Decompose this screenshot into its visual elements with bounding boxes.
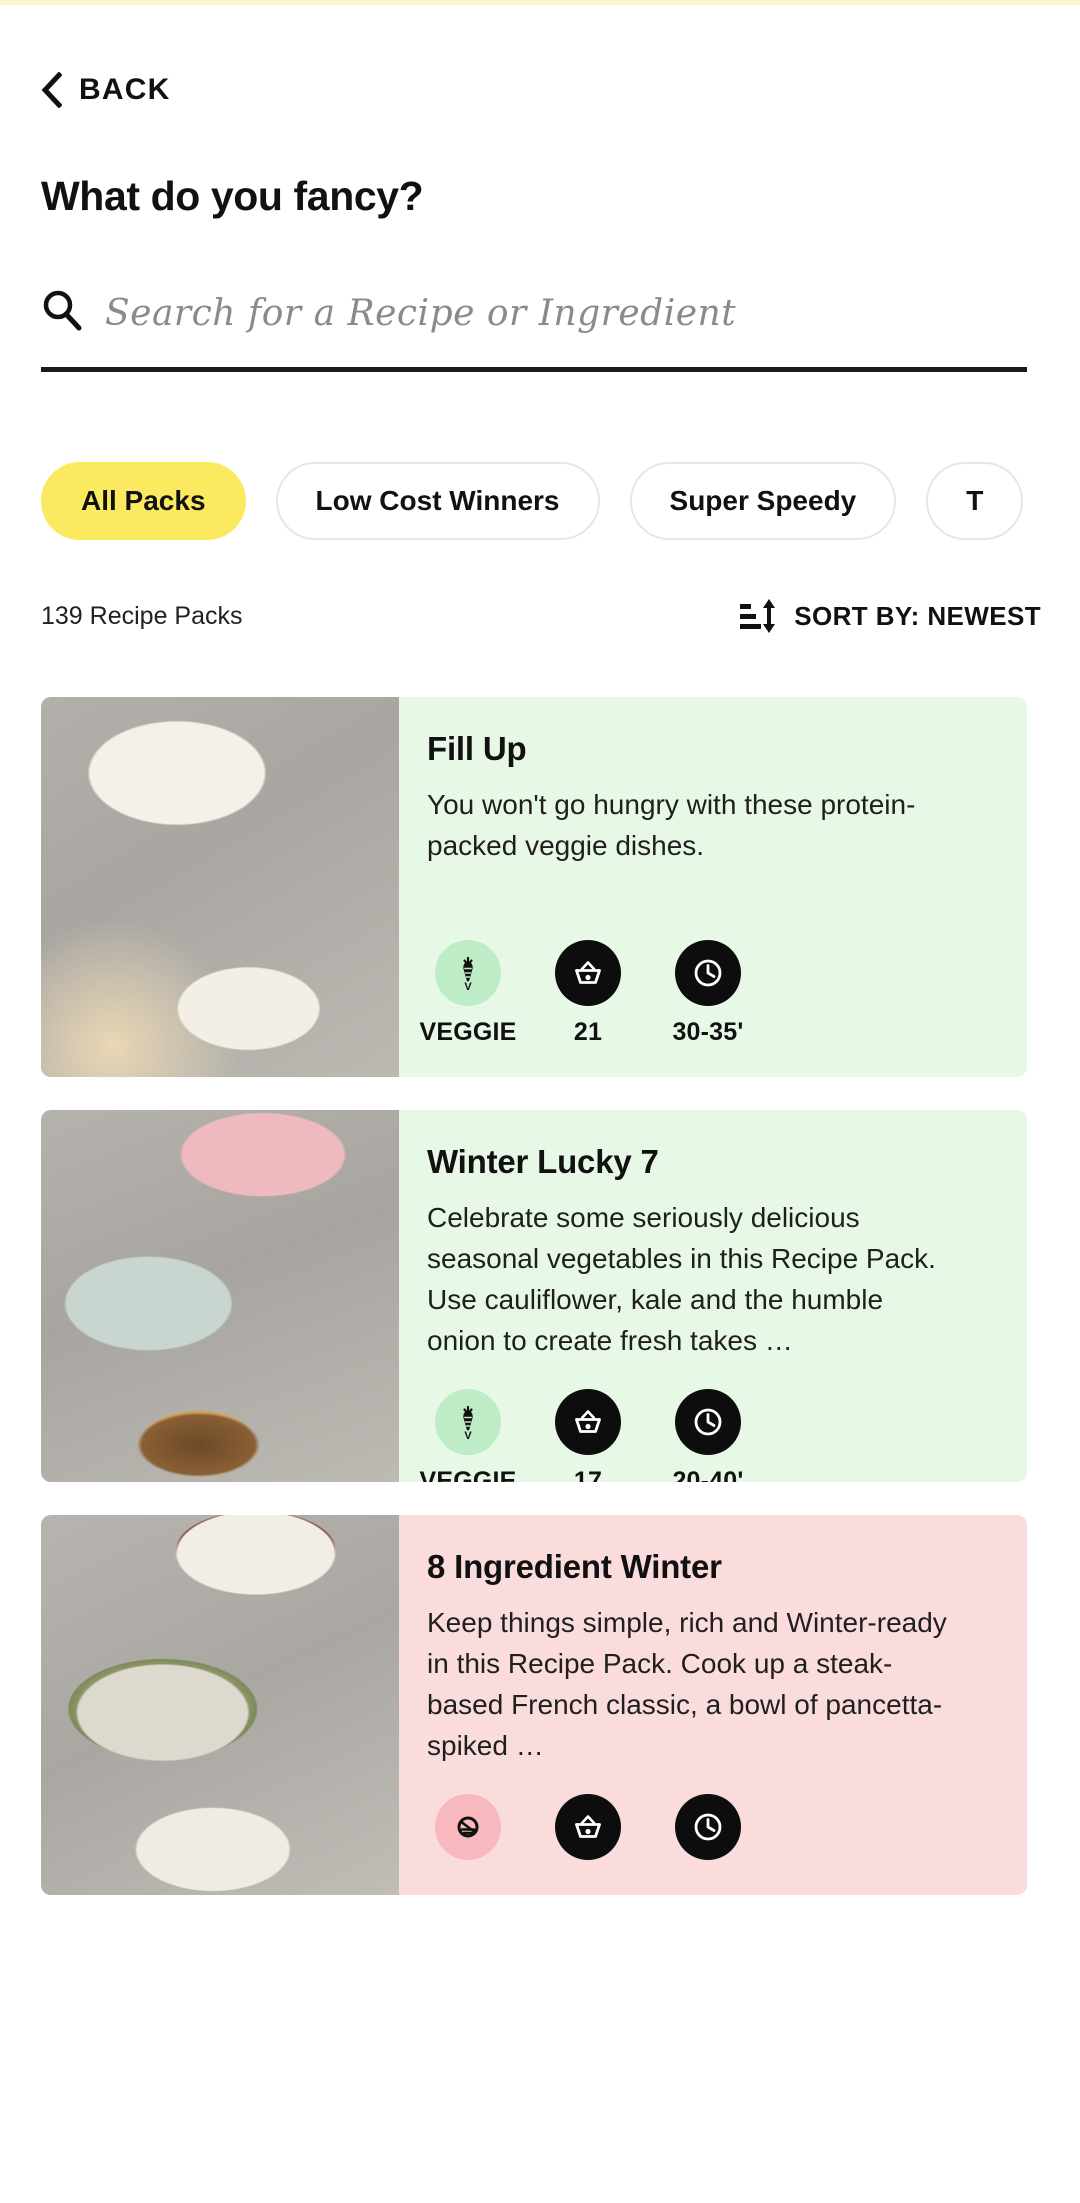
card-title: Winter Lucky 7 <box>427 1143 659 1180</box>
card-body: Winter Lucky 7 Celebrate some seriously … <box>399 1110 1027 1482</box>
card-description: Keep things simple, rich and Winter-read… <box>427 1607 947 1761</box>
badge-diet <box>427 1794 509 1872</box>
back-button[interactable]: BACK <box>40 72 170 108</box>
card-body: Fill Up You won't go hungry with these p… <box>399 697 1027 1077</box>
badge-icon-wrap: V <box>435 1389 501 1455</box>
card-description: You won't go hungry with these protein-p… <box>427 789 916 861</box>
top-accent-bar <box>0 0 1080 5</box>
back-label: BACK <box>79 73 171 106</box>
recipe-packs-screen: BACK What do you fancy? All Packs Low Co… <box>0 0 1080 2203</box>
pack-count-label: 139 Recipe Packs <box>41 601 243 630</box>
page-title: What do you fancy? <box>41 173 424 219</box>
card-badges <box>427 1766 999 1895</box>
badge-ingredients: 17 <box>547 1389 629 1482</box>
filter-chip-low-cost-winners[interactable]: Low Cost Winners <box>275 462 600 540</box>
card-image <box>41 1110 399 1482</box>
clock-icon <box>694 959 722 987</box>
pack-photo <box>41 1515 399 1895</box>
recipe-pack-list: Fill Up You won't go hungry with these p… <box>41 697 1027 1928</box>
filter-chip-label: Low Cost Winners <box>315 485 560 516</box>
card-description: Celebrate some seriously delicious seaso… <box>427 1202 936 1356</box>
basket-icon <box>575 1410 601 1433</box>
badge-icon-wrap: V <box>435 940 501 1006</box>
badge-label: 30-35' <box>672 1018 744 1046</box>
search-bar[interactable] <box>41 275 1027 372</box>
search-input[interactable] <box>105 281 1027 343</box>
filter-chip-all-packs[interactable]: All Packs <box>41 462 246 540</box>
badge-time <box>667 1794 749 1872</box>
basket-icon <box>575 961 601 984</box>
card-title: 8 Ingredient Winter <box>427 1548 722 1585</box>
sort-icon <box>740 599 776 633</box>
filter-chip-super-speedy[interactable]: Super Speedy <box>629 462 897 540</box>
badge-icon-wrap <box>435 1794 501 1860</box>
badge-icon-wrap <box>675 1389 741 1455</box>
badge-label: 20-40' <box>672 1467 744 1482</box>
badge-icon-wrap <box>675 1794 741 1860</box>
badge-veggie: V VEGGIE <box>419 1389 516 1482</box>
recipe-pack-card[interactable]: 8 Ingredient Winter Keep things simple, … <box>41 1515 1027 1895</box>
badge-time: 20-40' <box>667 1389 749 1482</box>
carrot-veggie-icon: V <box>463 1405 473 1442</box>
clock-icon <box>694 1813 722 1841</box>
badge-label: 21 <box>573 1018 603 1046</box>
card-title: Fill Up <box>427 730 527 767</box>
card-body: 8 Ingredient Winter Keep things simple, … <box>399 1515 1027 1895</box>
badge-icon-wrap <box>675 940 741 1006</box>
badge-ingredients: 21 <box>547 940 629 1047</box>
filter-chips[interactable]: All Packs Low Cost Winners Super Speedy … <box>0 455 1080 547</box>
sort-button[interactable]: SORT BY: NEWEST <box>738 596 1041 636</box>
pack-photo <box>41 1110 399 1482</box>
filter-chip-label: Super Speedy <box>669 485 857 516</box>
basket-icon <box>575 1815 601 1838</box>
card-badges: V VEGGIE 21 30-35' <box>419 912 999 1077</box>
svg-text:V: V <box>464 981 472 993</box>
carrot-veggie-icon: V <box>463 956 473 993</box>
badge-label: VEGGIE <box>419 1018 517 1046</box>
card-badges: V VEGGIE 17 20-40' <box>419 1361 999 1482</box>
filter-chip-label: All Packs <box>81 485 206 516</box>
badge-label: 17 <box>573 1467 603 1482</box>
meat-icon <box>457 1816 479 1838</box>
search-icon <box>43 290 82 331</box>
sort-label: SORT BY: NEWEST <box>794 600 1041 631</box>
chevron-left-icon <box>41 72 62 108</box>
badge-label: VEGGIE <box>419 1467 517 1482</box>
badge-veggie: V VEGGIE <box>419 940 516 1047</box>
svg-text:V: V <box>464 1430 472 1442</box>
badge-ingredients <box>547 1794 629 1872</box>
pack-photo <box>41 697 399 1077</box>
card-image <box>41 1515 399 1895</box>
clock-icon <box>694 1408 722 1436</box>
badge-icon-wrap <box>555 940 621 1006</box>
results-meta-row: 139 Recipe Packs SORT BY: NEWEST <box>41 593 1041 639</box>
filter-chip-next[interactable]: T <box>926 462 1024 540</box>
recipe-pack-card[interactable]: Winter Lucky 7 Celebrate some seriously … <box>41 1110 1027 1482</box>
badge-icon-wrap <box>555 1794 621 1860</box>
recipe-pack-card[interactable]: Fill Up You won't go hungry with these p… <box>41 697 1027 1077</box>
badge-icon-wrap <box>555 1389 621 1455</box>
filter-chip-label: T <box>966 485 984 516</box>
card-image <box>41 697 399 1077</box>
badge-time: 30-35' <box>667 940 749 1047</box>
